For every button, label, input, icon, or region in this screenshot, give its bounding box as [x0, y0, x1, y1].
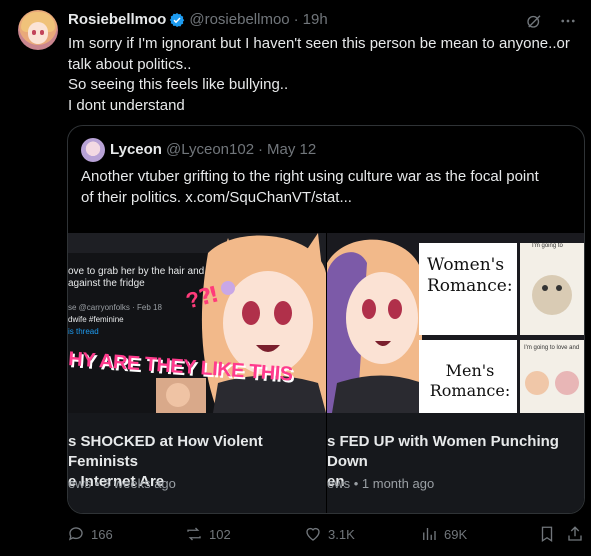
- tweet-line: I dont understand: [68, 96, 185, 114]
- bookmark-button[interactable]: [538, 525, 556, 543]
- overlay-tweet-line: ove to grab her by the hair and: [68, 266, 205, 277]
- author-avatar[interactable]: [18, 10, 58, 50]
- tweet-top-actions: [525, 12, 577, 30]
- reply-count: 166: [91, 526, 113, 542]
- dot-separator: ·: [258, 141, 264, 158]
- overlay-link: is thread: [68, 327, 99, 336]
- video-card[interactable]: Women's Romance: Men's Romance: I'm goin…: [327, 233, 584, 513]
- video-title-line: s FED UP with Women Punching Down: [327, 433, 559, 470]
- author-handle[interactable]: @rosiebellmoo: [189, 11, 289, 28]
- quote-author-handle[interactable]: @Lyceon102: [166, 141, 254, 158]
- author-name[interactable]: Rosiebellmoo: [68, 11, 166, 28]
- reply-button[interactable]: 166: [67, 525, 113, 543]
- tweet-line: So seeing this feels like bullying..: [68, 76, 289, 93]
- video-title-line: s SHOCKED at How Violent Feminists: [68, 433, 263, 470]
- verified-badge-icon: [170, 12, 185, 27]
- tweet-header: Rosiebellmoo @rosiebellmoo · 19h: [68, 11, 328, 28]
- heart-icon: [306, 527, 320, 541]
- quote-author-avatar[interactable]: [81, 138, 105, 162]
- grok-icon[interactable]: [525, 12, 543, 30]
- tweet-text: Im sorry if I'm ignorant but I haven't s…: [68, 34, 578, 116]
- panel-side-caption: I'm going to love and: [524, 345, 580, 351]
- video-meta: ews • 1 month ago: [327, 476, 435, 491]
- quote-author-name[interactable]: Lyceon: [110, 141, 162, 158]
- reply-icon: [68, 527, 83, 541]
- overlay-tag: dwife #feminine: [68, 315, 124, 324]
- overlay-handle: se @carryonfolks · Feb 18: [68, 303, 162, 312]
- quote-date[interactable]: May 12: [267, 141, 316, 158]
- views-count: 69K: [444, 526, 468, 542]
- bookmark-icon: [541, 526, 553, 543]
- like-button[interactable]: 3.1K: [304, 525, 355, 543]
- video-meta: ews • 3 weeks ago: [68, 476, 176, 491]
- timestamp[interactable]: 19h: [303, 11, 328, 28]
- views-icon: [423, 528, 436, 540]
- views-button[interactable]: 69K: [420, 525, 467, 543]
- tweet-line: talk about politics..: [68, 55, 192, 73]
- quote-header: Lyceon @Lyceon102 · May 12: [110, 141, 316, 158]
- tweet-line: Im sorry if I'm ignorant but I haven't s…: [68, 35, 570, 52]
- panel-side-caption: I'm going to: [532, 243, 563, 249]
- dot-separator: ·: [293, 11, 299, 28]
- quote-text: Another vtuber grifting to the right usi…: [81, 167, 571, 208]
- quote-line[interactable]: of their politics. x.com/SquChanVT/stat.…: [81, 188, 571, 209]
- panel-men-romance: Men's Romance:: [429, 361, 511, 400]
- repost-button[interactable]: 102: [185, 525, 231, 543]
- quoted-tweet[interactable]: Lyceon @Lyceon102 · May 12 Another vtube…: [67, 125, 585, 514]
- tweet-action-bar: 166 102 3.1K 69K: [67, 525, 585, 547]
- video-card[interactable]: ove to grab her by the hair and against …: [68, 233, 326, 513]
- like-count: 3.1K: [328, 526, 355, 542]
- repost-icon: [187, 527, 201, 541]
- panel-women-romance: Women's Romance:: [427, 255, 513, 296]
- share-icon: [568, 526, 582, 541]
- video-cards: ove to grab her by the hair and against …: [68, 233, 584, 513]
- video-thumbnail[interactable]: ove to grab her by the hair and against …: [68, 233, 326, 413]
- video-thumbnail[interactable]: Women's Romance: Men's Romance: I'm goin…: [327, 233, 584, 413]
- quote-line: Another vtuber grifting to the right usi…: [81, 168, 539, 185]
- share-button[interactable]: [566, 525, 584, 543]
- more-options-icon[interactable]: [559, 12, 577, 30]
- repost-count: 102: [209, 526, 231, 542]
